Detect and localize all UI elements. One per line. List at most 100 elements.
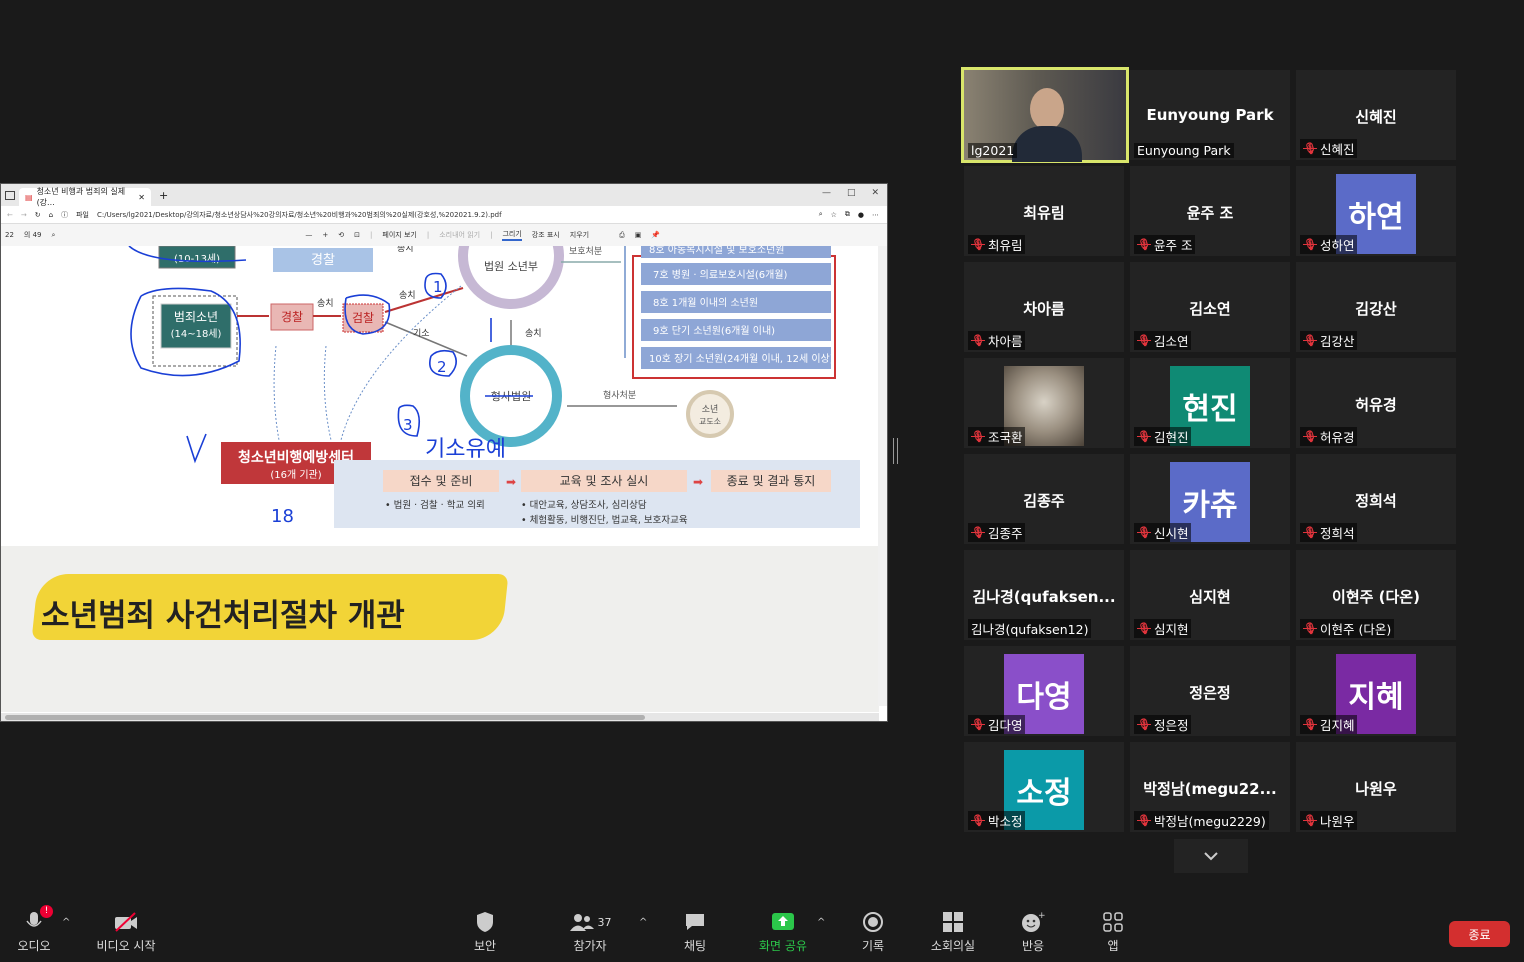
participant-tile[interactable]: 지혜 🎙 김지혜 <box>1296 646 1456 736</box>
participant-tile[interactable]: 김나경(qufaksen... 김나경(qufaksen12) <box>964 550 1124 640</box>
participant-tile[interactable]: 정희석 🎙 정희석 <box>1296 454 1456 544</box>
favorite-icon[interactable]: ☆ <box>831 211 837 219</box>
apps-button[interactable]: 앱 <box>1073 911 1153 954</box>
page-number-input[interactable]: 22 <box>5 231 14 239</box>
security-button[interactable]: 보안 <box>445 911 525 954</box>
participant-tile[interactable]: 김소연 🎙 김소연 <box>1130 262 1290 352</box>
hand-note: 기소유예 <box>425 437 506 462</box>
disposition-text: 8호 1개월 이내의 소년원 <box>653 297 758 309</box>
prosecution-text: 검찰 <box>352 311 374 325</box>
refresh-icon[interactable]: ↻ <box>35 211 41 219</box>
chevron-down-icon <box>1204 852 1218 861</box>
share-options-icon[interactable]: ^ <box>817 917 825 928</box>
zoom-out-icon[interactable]: — <box>305 231 312 239</box>
minimize-icon[interactable]: — <box>822 188 831 198</box>
participant-tile[interactable]: 윤주 조 🎙 윤주 조 <box>1130 166 1290 256</box>
participant-tile[interactable]: 차아름 🎙 차아름 <box>964 262 1124 352</box>
record-button[interactable]: 기록 <box>833 911 913 954</box>
share-screen-button[interactable]: 화면 공유 <box>743 911 823 954</box>
participant-tile[interactable]: 정은정 🎙 정은정 <box>1130 646 1290 736</box>
participant-name-label: 🎙 김종주 <box>968 523 1026 542</box>
chat-icon <box>686 914 704 930</box>
scroll-thumb[interactable] <box>5 715 645 720</box>
participant-tile[interactable]: 신혜진 🎙 신혜진 <box>1296 70 1456 160</box>
vertical-scrollbar[interactable] <box>878 246 887 706</box>
step3-text: 종료 및 결과 통지 <box>727 474 816 488</box>
mic-muted-icon: 🎙 <box>971 334 985 347</box>
criminal-label: 형사처분 <box>603 389 636 401</box>
page-total: 의 49 <box>23 231 42 239</box>
save-icon[interactable]: ▣ <box>635 231 642 239</box>
split-handle[interactable] <box>893 438 898 464</box>
participant-name-label: 🎙 윤주 조 <box>1134 235 1196 254</box>
collections-icon[interactable]: ⧉ <box>845 210 850 219</box>
new-tab-icon[interactable]: + <box>159 189 168 202</box>
home-icon[interactable]: ⌂ <box>49 211 53 219</box>
smiley-icon: + <box>1022 911 1045 932</box>
participant-display-name: 신혜진 <box>1355 108 1397 126</box>
more-icon[interactable]: ⋯ <box>872 211 879 219</box>
participant-tile[interactable]: lg2021 <box>961 67 1129 163</box>
participant-tile[interactable]: 현진 🎙 김현진 <box>1130 358 1290 448</box>
participant-name-label: 🎙 김다영 <box>968 715 1026 734</box>
rotate-icon[interactable]: ⟲ <box>338 231 344 239</box>
draw-button[interactable]: 그리기 <box>502 229 522 241</box>
close-tab-icon[interactable]: ✕ <box>138 193 145 202</box>
breakout-button[interactable]: 소회의실 <box>913 911 993 954</box>
reactions-button[interactable]: + 반응 <box>993 911 1073 954</box>
participant-tile[interactable]: 김종주 🎙 김종주 <box>964 454 1124 544</box>
participant-name-label: 🎙 신시현 <box>1134 523 1192 542</box>
horizontal-scrollbar[interactable] <box>1 713 879 721</box>
fit-icon[interactable]: ⊡ <box>354 231 360 239</box>
people-icon <box>569 914 594 931</box>
search-icon[interactable]: ⌕ <box>52 231 56 240</box>
participant-tile[interactable]: 카츄 🎙 신시현 <box>1130 454 1290 544</box>
mic-muted-icon: 🎙 <box>1303 334 1317 347</box>
erase-button[interactable]: 지우기 <box>570 230 589 240</box>
share-screen-icon <box>772 913 794 930</box>
participants-options-icon[interactable]: ^ <box>639 917 647 928</box>
participant-display-name: Eunyoung Park <box>1146 106 1274 124</box>
participant-name-label: 🎙 허유경 <box>1300 427 1358 446</box>
participant-tile[interactable]: 이현주 (다온) 🎙 이현주 (다온) <box>1296 550 1456 640</box>
participant-tile[interactable]: 🎙 조국환 <box>964 358 1124 448</box>
step1-text: 접수 및 준비 <box>410 474 473 488</box>
highlight-button[interactable]: 강조 표시 <box>532 230 560 240</box>
audio-options-icon[interactable]: ^ <box>62 917 70 928</box>
participants-button[interactable]: 37 참가자 <box>550 911 630 954</box>
participant-tile[interactable]: 박정남(megu22... 🎙 박정남(megu2229) <box>1130 742 1290 832</box>
participant-tile[interactable]: 김강산 🎙 김강산 <box>1296 262 1456 352</box>
mic-muted-icon: 🎙 <box>971 814 985 827</box>
participant-tile[interactable]: 허유경 🎙 허유경 <box>1296 358 1456 448</box>
browser-tab[interactable]: ▤ 청소년 비행과 법죄의 실제(강... ✕ <box>19 187 151 207</box>
maximize-icon[interactable]: □ <box>847 188 856 198</box>
print-icon[interactable]: ⎙ <box>619 231 625 240</box>
window-controls: — □ ✕ <box>822 188 879 198</box>
back-icon[interactable]: ← <box>7 211 13 219</box>
close-window-icon[interactable]: ✕ <box>871 188 879 198</box>
page-view-button[interactable]: 페이지 보기 <box>382 230 416 240</box>
participant-tile[interactable]: 최유림 🎙 최유림 <box>964 166 1124 256</box>
end-meeting-button[interactable]: 종료 <box>1449 921 1510 947</box>
chat-button[interactable]: 채팅 <box>655 911 735 954</box>
zoom-icon[interactable]: ⌕ <box>819 210 823 219</box>
pin-icon[interactable]: 📌 <box>651 231 660 239</box>
zoom-in-icon[interactable]: + <box>322 231 328 239</box>
read-aloud-button[interactable]: 소리내어 읽기 <box>439 230 480 240</box>
hand-n2: 2 <box>437 358 447 376</box>
participant-tile[interactable]: 하연 🎙 성하연 <box>1296 166 1456 256</box>
window-menu-icon[interactable] <box>5 191 15 200</box>
video-label: 비디오 시작 <box>96 939 156 953</box>
participant-tile[interactable]: 다영 🎙 김다영 <box>964 646 1124 736</box>
participant-tile[interactable]: Eunyoung Park Eunyoung Park <box>1130 70 1290 160</box>
more-participants-button[interactable] <box>1174 839 1248 873</box>
step-arrow: ➡ <box>506 475 516 489</box>
video-button[interactable]: 비디오 시작 <box>86 911 166 954</box>
participant-tile[interactable]: 심지현 🎙 심지현 <box>1130 550 1290 640</box>
address-input[interactable]: C:/Users/lg2021/Desktop/강의자료/청소년상담사%20강의… <box>97 210 502 220</box>
profile-icon[interactable]: ● <box>858 211 864 219</box>
participant-tile[interactable]: 나원우 🎙 나원우 <box>1296 742 1456 832</box>
address-bar: ← → ↻ ⌂ ⓘ 파일 C:/Users/lg2021/Desktop/강의자… <box>1 206 887 224</box>
forward-icon[interactable]: → <box>21 211 27 219</box>
participant-tile[interactable]: 소정 🎙 박소정 <box>964 742 1124 832</box>
